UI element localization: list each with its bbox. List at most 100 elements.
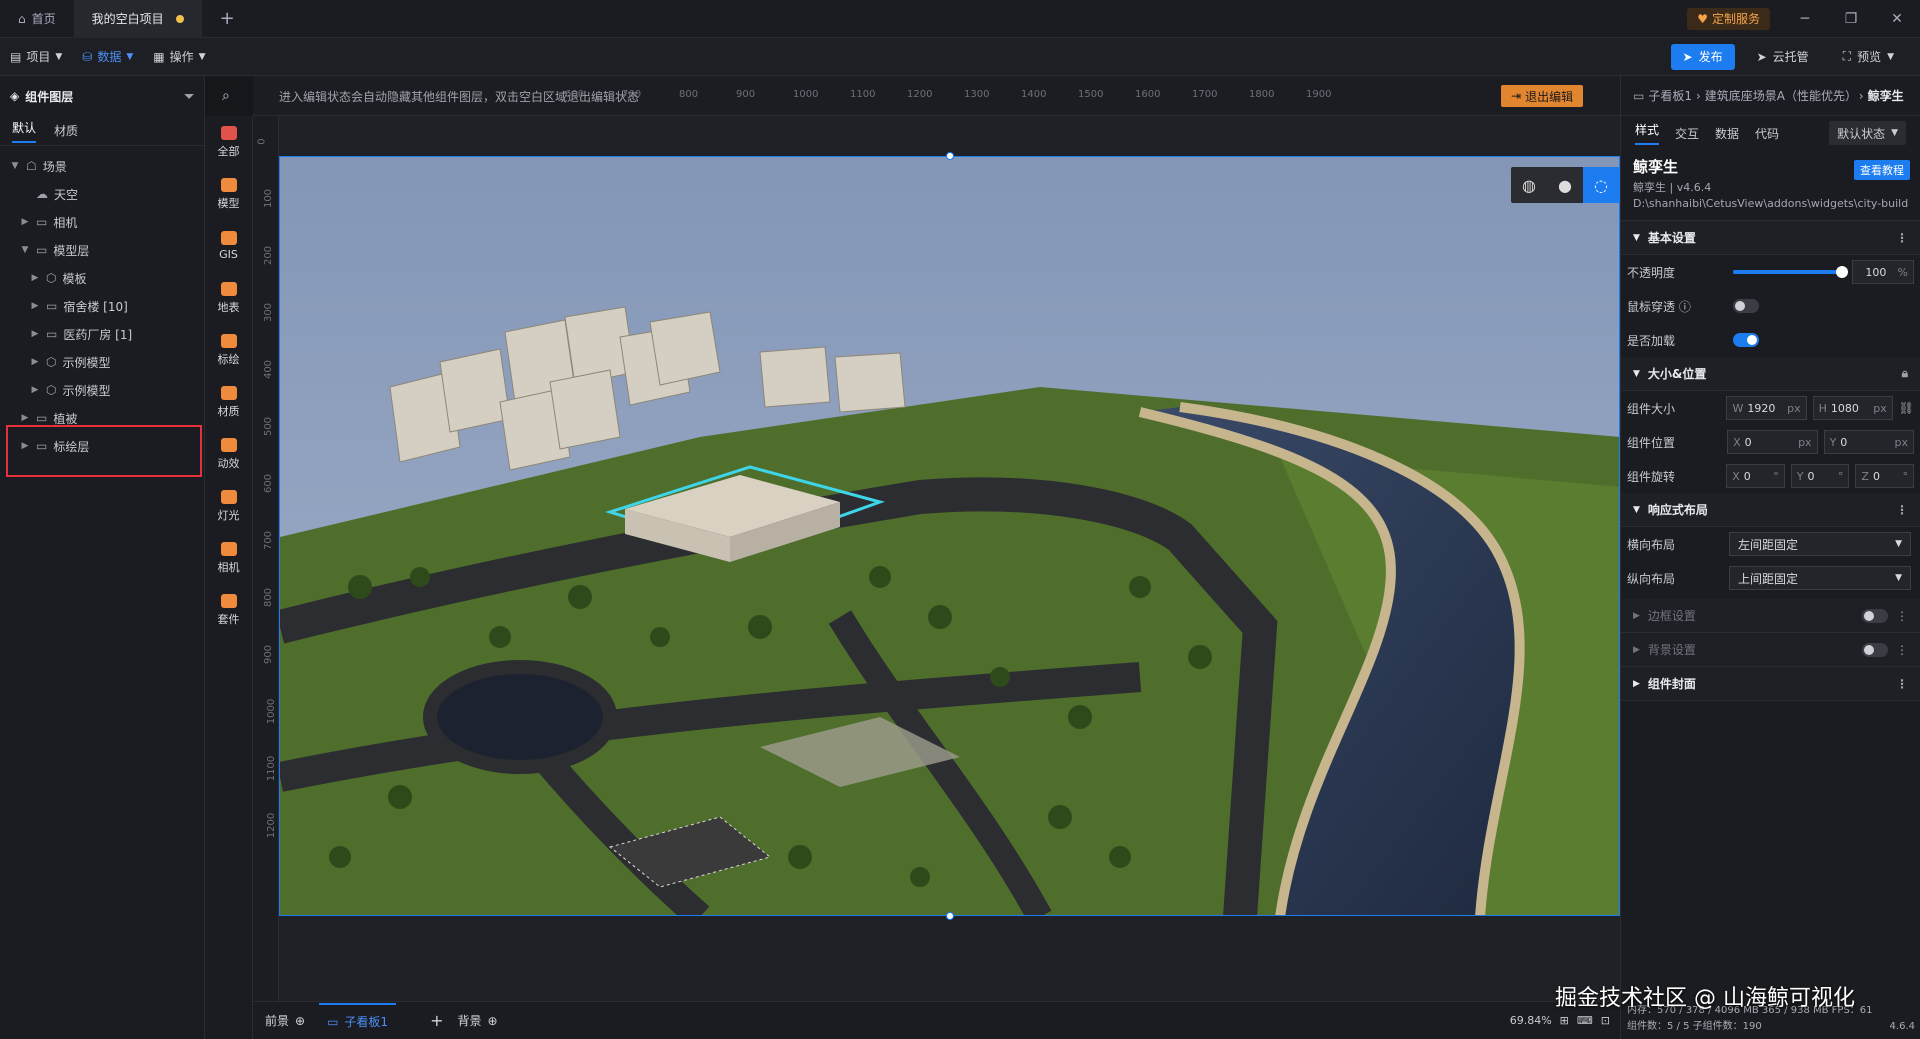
tab-project[interactable]: 我的空白项目	[73, 0, 202, 38]
add-circle-icon[interactable]: ⊕	[487, 1014, 497, 1028]
tab-home[interactable]: ⌂ 首页	[0, 0, 74, 38]
link-icon[interactable]: ⛓	[1899, 401, 1914, 415]
section-responsive[interactable]: ▼ 响应式布局 ⋮	[1621, 493, 1920, 527]
scene-viewport[interactable]: ◍ ● ◌	[279, 156, 1620, 916]
terminal-icon[interactable]: ⊡	[1601, 1014, 1610, 1027]
caret-right-icon[interactable]: ▶	[30, 273, 40, 283]
section-cover[interactable]: ▶ 组件封面 ⋮	[1621, 667, 1920, 701]
caret-right-icon[interactable]: ▶	[30, 301, 40, 311]
tab-style[interactable]: 样式	[1635, 121, 1660, 145]
lock-icon[interactable]: 🔒︎	[1902, 366, 1908, 381]
opacity-slider[interactable]	[1732, 266, 1849, 278]
keyboard-icon[interactable]: ⌨	[1577, 1014, 1593, 1027]
exit-edit-button[interactable]: ⇥ 退出编辑	[1501, 85, 1584, 107]
fit-icon[interactable]: ⊞	[1560, 1014, 1569, 1027]
tutorial-button[interactable]: 查看教程	[1854, 160, 1910, 180]
tab-interaction[interactable]: 交互	[1675, 125, 1699, 142]
section-size-position[interactable]: ▼ 大小&位置 🔒︎	[1621, 357, 1920, 391]
tab-data[interactable]: 数据	[1715, 125, 1739, 142]
slider-knob[interactable]	[1836, 266, 1849, 278]
category-9[interactable]: 套件	[205, 584, 252, 636]
category-5[interactable]: 材质	[205, 376, 252, 428]
section-background[interactable]: ▶ 背景设置 ⋮	[1621, 633, 1920, 667]
search-icon[interactable]: ⌕	[222, 88, 230, 104]
layer-item[interactable]: ▼ ☖ 场景	[0, 152, 204, 180]
category-2[interactable]: GIS	[205, 220, 252, 272]
layer-item[interactable]: ▼ ▭ 模型层	[0, 236, 204, 264]
y-input[interactable]: Y 0 px	[1823, 430, 1914, 454]
caret-right-icon[interactable]: ▶	[30, 329, 40, 339]
layer-item[interactable]: ▶ ⬡ 示例模型	[0, 348, 204, 376]
width-input[interactable]: W 1920 px	[1726, 396, 1807, 420]
height-input[interactable]: H 1080 px	[1812, 396, 1893, 420]
layer-item[interactable]: ▶ ▭ 相机	[0, 208, 204, 236]
background-toggle[interactable]	[1862, 642, 1888, 657]
close-button[interactable]: ✕	[1874, 0, 1920, 38]
tab-code[interactable]: 代码	[1755, 125, 1779, 142]
tab-subboard[interactable]: ▭ 子看板1	[319, 1003, 397, 1038]
rotate-y-input[interactable]: Y 0 °	[1790, 464, 1850, 488]
load-toggle[interactable]	[1733, 333, 1759, 347]
menu-data[interactable]: ⛁ 数据 ▼	[72, 38, 143, 76]
orbit-icon[interactable]: ◌	[1583, 167, 1619, 203]
category-4[interactable]: 标绘	[205, 324, 252, 376]
globe-icon[interactable]: ◍	[1511, 167, 1547, 203]
horizontal-layout-select[interactable]: 左间距固定 ▼	[1729, 532, 1911, 556]
more-icon[interactable]: ⋮	[1896, 503, 1908, 517]
tab-foreground[interactable]: 前景 ⊕	[265, 1012, 305, 1029]
more-icon[interactable]: ⋮	[1896, 609, 1908, 623]
solid-sphere-icon[interactable]: ●	[1547, 167, 1583, 203]
minimize-button[interactable]: ─	[1782, 0, 1828, 38]
add-circle-icon[interactable]: ⊕	[295, 1014, 305, 1028]
more-icon[interactable]: ⋮	[1896, 677, 1908, 691]
vertical-layout-select[interactable]: 上间距固定 ▼	[1729, 566, 1911, 590]
caret-right-icon[interactable]: ▶	[20, 217, 30, 227]
caret-right-icon[interactable]: ▶	[30, 385, 40, 395]
new-tab-button[interactable]: +	[202, 0, 253, 38]
filter-icon[interactable]: ⏷	[184, 89, 194, 104]
category-7[interactable]: 灯光	[205, 480, 252, 532]
tab-material[interactable]: 材质	[54, 122, 78, 139]
menu-operation[interactable]: ▦ 操作 ▼	[143, 38, 215, 76]
layer-item[interactable]: ▶ ▭ 医药厂房 [1]	[0, 320, 204, 348]
publish-button[interactable]: ➤ 发布	[1670, 43, 1735, 70]
rotate-x-input[interactable]: X 0 °	[1726, 464, 1785, 488]
border-toggle[interactable]	[1862, 608, 1888, 623]
resize-handle-bottom[interactable]	[946, 912, 954, 920]
preview-button[interactable]: ⛶ 预览 ▼	[1831, 44, 1906, 70]
more-icon[interactable]: ⋮	[1896, 643, 1908, 657]
chevron-down-icon: ▼	[1887, 51, 1894, 62]
section-basic[interactable]: ▼ 基本设置 ⋮	[1621, 221, 1920, 255]
category-1[interactable]: 模型	[205, 168, 252, 220]
category-3[interactable]: 地表	[205, 272, 252, 324]
category-6[interactable]: 动效	[205, 428, 252, 480]
mouse-through-toggle[interactable]	[1733, 299, 1759, 313]
category-0[interactable]: 全部	[205, 116, 252, 168]
custom-service-button[interactable]: ♥ 定制服务	[1687, 7, 1770, 30]
cloud-hosting-button[interactable]: ➤ 云托管	[1745, 44, 1821, 70]
opacity-input[interactable]: 100 %	[1852, 260, 1914, 284]
layer-item[interactable]: ▶ ⬡ 示例模型	[0, 376, 204, 404]
tab-default[interactable]: 默认	[12, 119, 37, 143]
state-select[interactable]: 默认状态 ▼	[1829, 121, 1906, 145]
menu-project[interactable]: ▤ 项目 ▼	[0, 38, 72, 76]
caret-down-icon[interactable]: ▼	[20, 245, 30, 255]
layer-item[interactable]: ▶ ⬡ 模板	[0, 264, 204, 292]
caret-down-icon[interactable]: ▼	[10, 161, 20, 171]
restore-button[interactable]: ❐	[1828, 0, 1874, 38]
resize-handle-top[interactable]	[946, 152, 954, 160]
tab-background[interactable]: 背景 ⊕	[457, 1012, 497, 1029]
zoom-level[interactable]: 69.84%	[1510, 1014, 1552, 1027]
add-board-button[interactable]: +	[430, 1011, 443, 1030]
help-icon[interactable]: ⓘ	[1679, 300, 1691, 314]
x-input[interactable]: X 0 px	[1727, 430, 1818, 454]
layer-item[interactable]: ▶ ▭ 宿舍楼 [10]	[0, 292, 204, 320]
layer-item[interactable]: ☁ 天空	[0, 180, 204, 208]
caret-right-icon[interactable]: ▶	[20, 413, 30, 423]
size-row: 组件大小 W 1920 px H 1080 px ⛓	[1621, 391, 1920, 425]
more-icon[interactable]: ⋮	[1896, 231, 1908, 245]
category-8[interactable]: 相机	[205, 532, 252, 584]
caret-right-icon[interactable]: ▶	[30, 357, 40, 367]
rotate-z-input[interactable]: Z 0 °	[1855, 464, 1914, 488]
section-border[interactable]: ▶ 边框设置 ⋮	[1621, 599, 1920, 633]
